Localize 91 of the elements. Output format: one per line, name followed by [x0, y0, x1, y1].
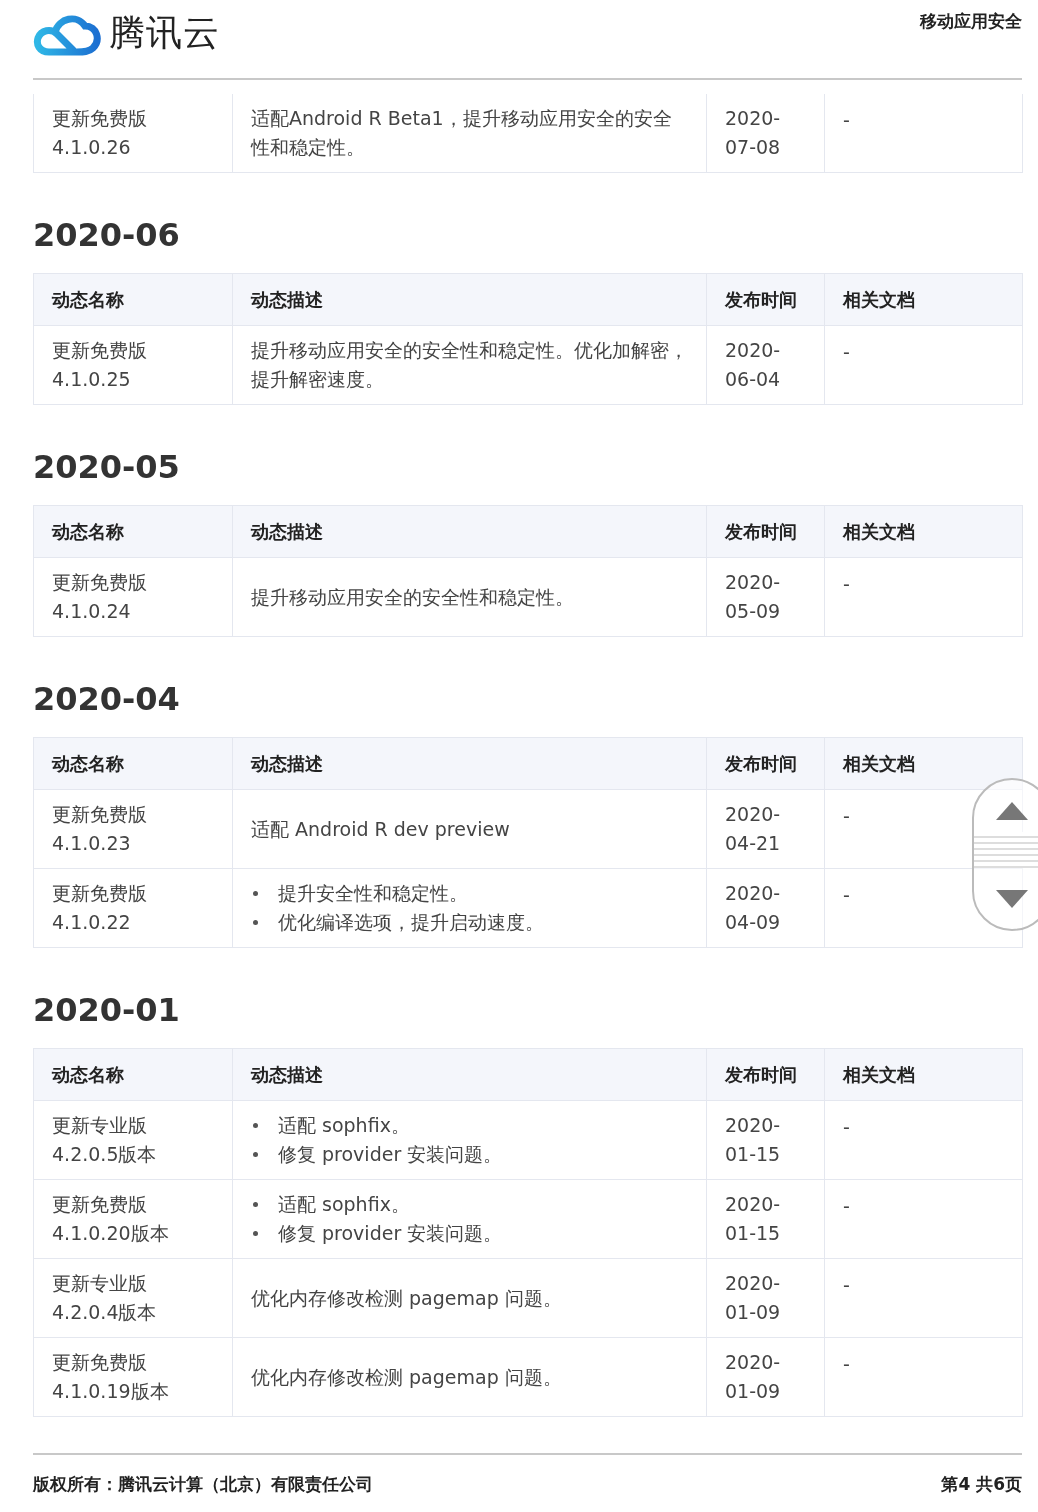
scroll-control[interactable] — [972, 778, 1038, 931]
release-date: 07-08 — [725, 135, 782, 160]
column-header: 动态名称 — [33, 505, 233, 558]
release-name: 更新免费版 — [52, 570, 148, 595]
bullet-icon — [253, 1123, 258, 1128]
release-date: 2020- — [725, 1271, 782, 1296]
release-name: 4.1.0.23 — [52, 831, 132, 856]
description-text: 优化内存修改检测 pagemap 问题。 — [251, 1286, 562, 1309]
description-text: 优化内存修改检测 pagemap 问题。 — [251, 1365, 562, 1388]
bullet-text: 修复 provider 安装问题。 — [278, 1221, 503, 1246]
bullet-text: 适配 sophfix。 — [278, 1113, 410, 1138]
release-name: 更新免费版 — [52, 1350, 148, 1375]
month-heading: 2020-06 — [33, 215, 181, 255]
down-arrow-icon[interactable] — [996, 890, 1028, 908]
page-number: 第4 共6页 — [941, 1473, 1022, 1496]
column-header: 动态名称 — [33, 737, 233, 790]
product-title: 移动应用安全 — [920, 10, 1022, 33]
release-name: 更新免费版 — [52, 338, 148, 363]
related-doc: - — [843, 572, 850, 597]
column-header: 动态名称 — [33, 1048, 233, 1101]
release-date: 05-09 — [725, 599, 782, 624]
release-date: 2020- — [725, 106, 782, 131]
description-text: 提升移动应用安全的安全性和稳定性。 — [251, 585, 574, 608]
column-header: 相关文档 — [824, 273, 1023, 326]
release-name: 4.1.0.25 — [52, 367, 132, 392]
release-date: 2020- — [725, 1350, 782, 1375]
brand-name: 腾讯云 — [109, 10, 220, 55]
release-date: 2020- — [725, 1192, 782, 1217]
release-date: 2020- — [725, 881, 782, 906]
up-arrow-icon[interactable] — [996, 802, 1028, 820]
release-date: 2020- — [725, 802, 782, 827]
related-doc: - — [843, 1115, 850, 1140]
release-date: 01-15 — [725, 1142, 782, 1167]
column-header: 发布时间 — [706, 737, 825, 790]
release-name: 4.1.0.19版本 — [52, 1379, 170, 1404]
release-date: 04-09 — [725, 910, 782, 935]
bullet-text: 适配 sophfix。 — [278, 1192, 410, 1217]
column-header: 相关文档 — [824, 1048, 1023, 1101]
scroll-grip[interactable] — [974, 832, 1038, 868]
column-header: 发布时间 — [706, 505, 825, 558]
related-doc: - — [843, 1273, 850, 1298]
month-heading: 2020-04 — [33, 679, 181, 719]
release-name: 4.2.0.4版本 — [52, 1300, 158, 1325]
related-doc: - — [843, 804, 850, 829]
release-date: 2020- — [725, 1113, 782, 1138]
copyright-text: 版权所有：腾讯云计算（北京）有限责任公司 — [33, 1473, 373, 1496]
column-header: 相关文档 — [824, 505, 1023, 558]
release-date: 2020- — [725, 338, 782, 363]
related-doc: - — [843, 340, 850, 365]
release-date: 01-09 — [725, 1300, 782, 1325]
bullet-icon — [253, 891, 258, 896]
release-date: 01-15 — [725, 1221, 782, 1246]
bullet-icon — [253, 920, 258, 925]
release-name: 4.2.0.5版本 — [52, 1142, 158, 1167]
release-name: 更新专业版 — [52, 1113, 148, 1138]
release-name: 4.1.0.24 — [52, 599, 132, 624]
release-name: 更新免费版 — [52, 1192, 148, 1217]
bullet-text: 提升安全性和稳定性。 — [278, 881, 468, 906]
related-doc: - — [843, 1352, 850, 1377]
month-heading: 2020-01 — [33, 990, 181, 1030]
column-header: 相关文档 — [824, 737, 1023, 790]
release-name: 4.1.0.22 — [52, 910, 132, 935]
release-date: 2020- — [725, 570, 782, 595]
release-date: 06-04 — [725, 367, 782, 392]
column-header: 发布时间 — [706, 1048, 825, 1101]
release-date: 01-09 — [725, 1379, 782, 1404]
release-name: 4.1.0.20版本 — [52, 1221, 170, 1246]
bullet-text: 优化编译选项，提升启动速度。 — [278, 910, 544, 935]
related-doc: - — [843, 108, 850, 133]
release-name: 更新免费版 — [52, 802, 148, 827]
release-name: 更新免费版 — [52, 881, 148, 906]
bullet-text: 修复 provider 安装问题。 — [278, 1142, 503, 1167]
column-header: 动态名称 — [33, 273, 233, 326]
column-header: 动态描述 — [232, 1048, 707, 1101]
description-text: 适配Android R Beta1，提升移动应用安全的安全性和稳定性。 — [251, 107, 672, 158]
column-header: 发布时间 — [706, 273, 825, 326]
release-name: 4.1.0.26 — [52, 135, 132, 160]
bullet-icon — [253, 1202, 258, 1207]
release-name: 更新专业版 — [52, 1271, 148, 1296]
bullet-icon — [253, 1152, 258, 1157]
column-header: 动态描述 — [232, 273, 707, 326]
bullet-icon — [253, 1231, 258, 1236]
description-text: 提升移动应用安全的安全性和稳定性。优化加解密，提升解密速度。 — [251, 339, 688, 390]
month-heading: 2020-05 — [33, 447, 181, 487]
related-doc: - — [843, 883, 850, 908]
description-text: 适配 Android R dev preview — [251, 817, 510, 840]
release-name: 更新免费版 — [52, 106, 148, 131]
related-doc: - — [843, 1194, 850, 1219]
column-header: 动态描述 — [232, 505, 707, 558]
release-date: 04-21 — [725, 831, 782, 856]
column-header: 动态描述 — [232, 737, 707, 790]
